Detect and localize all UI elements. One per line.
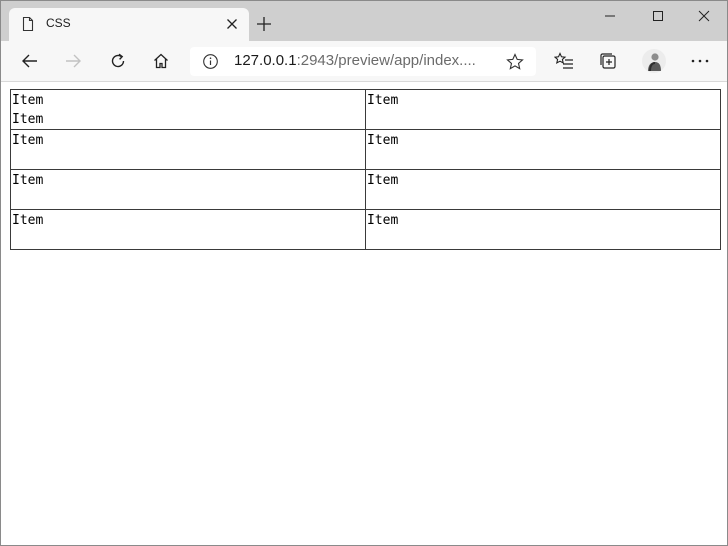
close-icon bbox=[698, 10, 710, 22]
refresh-icon bbox=[111, 53, 125, 68]
grid-item: Item bbox=[367, 93, 399, 108]
grid-cell: Item bbox=[10, 209, 366, 250]
profile-icon bbox=[648, 53, 661, 72]
home-button[interactable] bbox=[147, 47, 175, 75]
forward-button[interactable] bbox=[59, 47, 87, 75]
active-tab[interactable]: CSS bbox=[9, 8, 249, 41]
grid-cell: Item bbox=[10, 169, 366, 210]
page-content: Item Item Item Item Item Item Item Item bbox=[1, 82, 727, 545]
close-icon bbox=[227, 19, 237, 29]
grid-cell: Item bbox=[365, 169, 721, 210]
collections-icon bbox=[600, 53, 616, 69]
grid-cell: Item bbox=[365, 209, 721, 250]
forward-arrow-icon bbox=[66, 54, 81, 68]
back-arrow-icon bbox=[22, 54, 37, 68]
new-tab-button[interactable] bbox=[253, 13, 275, 35]
window-close-button[interactable] bbox=[681, 1, 727, 31]
profile-avatar[interactable] bbox=[642, 49, 666, 73]
grid-item: Item bbox=[12, 93, 44, 108]
grid-cell: Item bbox=[365, 89, 721, 130]
grid-cell: Item bbox=[365, 129, 721, 170]
browser-window: CSS 127.0.0.1:2943/preview/app/index....… bbox=[0, 0, 728, 546]
grid-cell: Item Item bbox=[10, 89, 366, 130]
star-icon[interactable] bbox=[505, 52, 525, 72]
grid-item: Item bbox=[12, 173, 44, 188]
favorites-list-icon bbox=[554, 52, 573, 69]
tab-strip: CSS bbox=[1, 1, 727, 41]
back-button[interactable] bbox=[16, 47, 44, 75]
info-icon[interactable] bbox=[202, 53, 219, 70]
maximize-icon bbox=[653, 11, 663, 21]
grid-item: Item bbox=[367, 173, 399, 188]
tab-title: CSS bbox=[46, 16, 71, 30]
address-path: :2943/preview/app/index.... bbox=[296, 52, 476, 69]
grid-cell: Item bbox=[10, 129, 366, 170]
item-grid: Item Item Item Item Item Item Item Item bbox=[10, 89, 721, 250]
plus-icon bbox=[257, 17, 271, 31]
minimize-button[interactable] bbox=[587, 1, 633, 31]
close-tab-button[interactable] bbox=[223, 15, 241, 33]
address-bar[interactable]: 127.0.0.1:2943/preview/app/index.... bbox=[190, 47, 536, 76]
minimize-icon bbox=[605, 15, 615, 17]
more-icon bbox=[691, 59, 709, 63]
grid-item: Item bbox=[12, 213, 44, 228]
grid-item: Item bbox=[12, 112, 44, 127]
more-button[interactable] bbox=[686, 47, 714, 75]
maximize-button[interactable] bbox=[635, 1, 681, 31]
address-host: 127.0.0.1 bbox=[234, 52, 297, 69]
browser-toolbar: 127.0.0.1:2943/preview/app/index.... bbox=[1, 41, 727, 82]
grid-item: Item bbox=[367, 133, 399, 148]
refresh-button[interactable] bbox=[104, 47, 132, 75]
page-icon bbox=[22, 16, 34, 32]
grid-item: Item bbox=[367, 213, 399, 228]
collections-button[interactable] bbox=[594, 47, 622, 75]
favorites-button[interactable] bbox=[550, 47, 578, 75]
home-icon bbox=[154, 53, 168, 69]
address-text[interactable]: 127.0.0.1:2943/preview/app/index.... bbox=[234, 52, 476, 69]
grid-item: Item bbox=[12, 133, 44, 148]
